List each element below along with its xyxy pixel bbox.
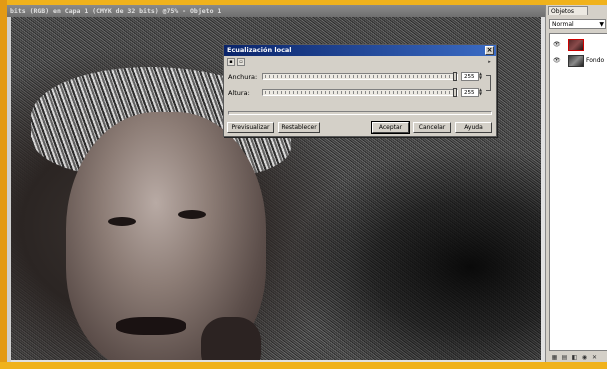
accept-button[interactable]: Aceptar bbox=[371, 121, 410, 134]
panel-footer: ▦ ▤ ◧ ◉ ✕ bbox=[549, 354, 607, 362]
cancel-button[interactable]: Cancelar bbox=[413, 122, 451, 133]
photo-hand bbox=[201, 317, 261, 360]
width-value-field[interactable]: 255 bbox=[461, 72, 479, 81]
close-icon[interactable]: × bbox=[485, 46, 494, 55]
objects-panel: Objetos Normal ▼ 👁 👁 Fondo ▦ ▤ ◧ ◉ ✕ bbox=[545, 5, 607, 362]
layer-name: Fondo bbox=[586, 57, 605, 64]
help-button[interactable]: Ayuda bbox=[455, 122, 492, 133]
width-spinner-icon[interactable]: ▲ ▼ bbox=[479, 72, 484, 81]
height-spinner-icon[interactable]: ▲ ▼ bbox=[479, 88, 484, 97]
photo-eye-right bbox=[178, 210, 206, 219]
height-slider[interactable] bbox=[262, 88, 458, 97]
expand-arrow-icon[interactable]: ▸ bbox=[486, 58, 493, 66]
layer-thumbnail bbox=[568, 39, 584, 51]
photo-eye-left bbox=[108, 217, 136, 226]
width-slider-thumb[interactable] bbox=[453, 72, 457, 81]
reset-button[interactable]: Restablecer bbox=[278, 122, 320, 133]
height-value-field[interactable]: 255 bbox=[461, 88, 479, 97]
eye-icon[interactable]: 👁 bbox=[553, 58, 561, 64]
tab-objects[interactable]: Objetos bbox=[548, 6, 588, 15]
layers-list: 👁 👁 Fondo bbox=[549, 33, 607, 351]
dialog-title: Ecualización local bbox=[224, 45, 496, 56]
width-slider-ticks bbox=[265, 75, 455, 78]
preview-button[interactable]: Previsualizar bbox=[227, 122, 274, 133]
layer-item[interactable]: 👁 bbox=[550, 38, 607, 52]
preview-split-icon[interactable]: ▪ bbox=[227, 58, 235, 66]
eye-icon[interactable]: 👁 bbox=[553, 42, 561, 48]
local-equalization-dialog: Ecualización local × ▪ ▫ ▸ Anchura: 255 … bbox=[223, 44, 497, 137]
width-label: Anchura: bbox=[228, 73, 258, 81]
blend-mode-value: Normal bbox=[552, 21, 574, 28]
height-slider-thumb[interactable] bbox=[453, 88, 457, 97]
duplicate-icon[interactable]: ▤ bbox=[561, 354, 568, 361]
chevron-down-icon: ▼ bbox=[599, 21, 604, 28]
dialog-toolbar: ▪ ▫ ▸ bbox=[227, 58, 493, 67]
layer-thumbnail bbox=[568, 55, 584, 67]
width-slider[interactable] bbox=[262, 72, 458, 81]
lens-icon[interactable]: ◉ bbox=[581, 354, 588, 361]
photo-mouth bbox=[116, 317, 186, 335]
link-icon[interactable] bbox=[486, 75, 491, 91]
height-slider-ticks bbox=[265, 91, 455, 94]
height-label: Altura: bbox=[228, 89, 250, 97]
mask-icon[interactable]: ◧ bbox=[571, 354, 578, 361]
blend-mode-select[interactable]: Normal ▼ bbox=[549, 19, 606, 29]
delete-icon[interactable]: ✕ bbox=[591, 354, 598, 361]
preview-full-icon[interactable]: ▫ bbox=[237, 58, 245, 66]
document-title: bits (RGB) en Capa 1 (CMYK de 32 bits) @… bbox=[7, 5, 545, 17]
frame-bottom bbox=[0, 362, 607, 369]
progress-bar bbox=[228, 111, 492, 115]
frame-left bbox=[0, 0, 7, 369]
new-object-icon[interactable]: ▦ bbox=[551, 354, 558, 361]
layer-item[interactable]: 👁 Fondo bbox=[550, 54, 607, 68]
